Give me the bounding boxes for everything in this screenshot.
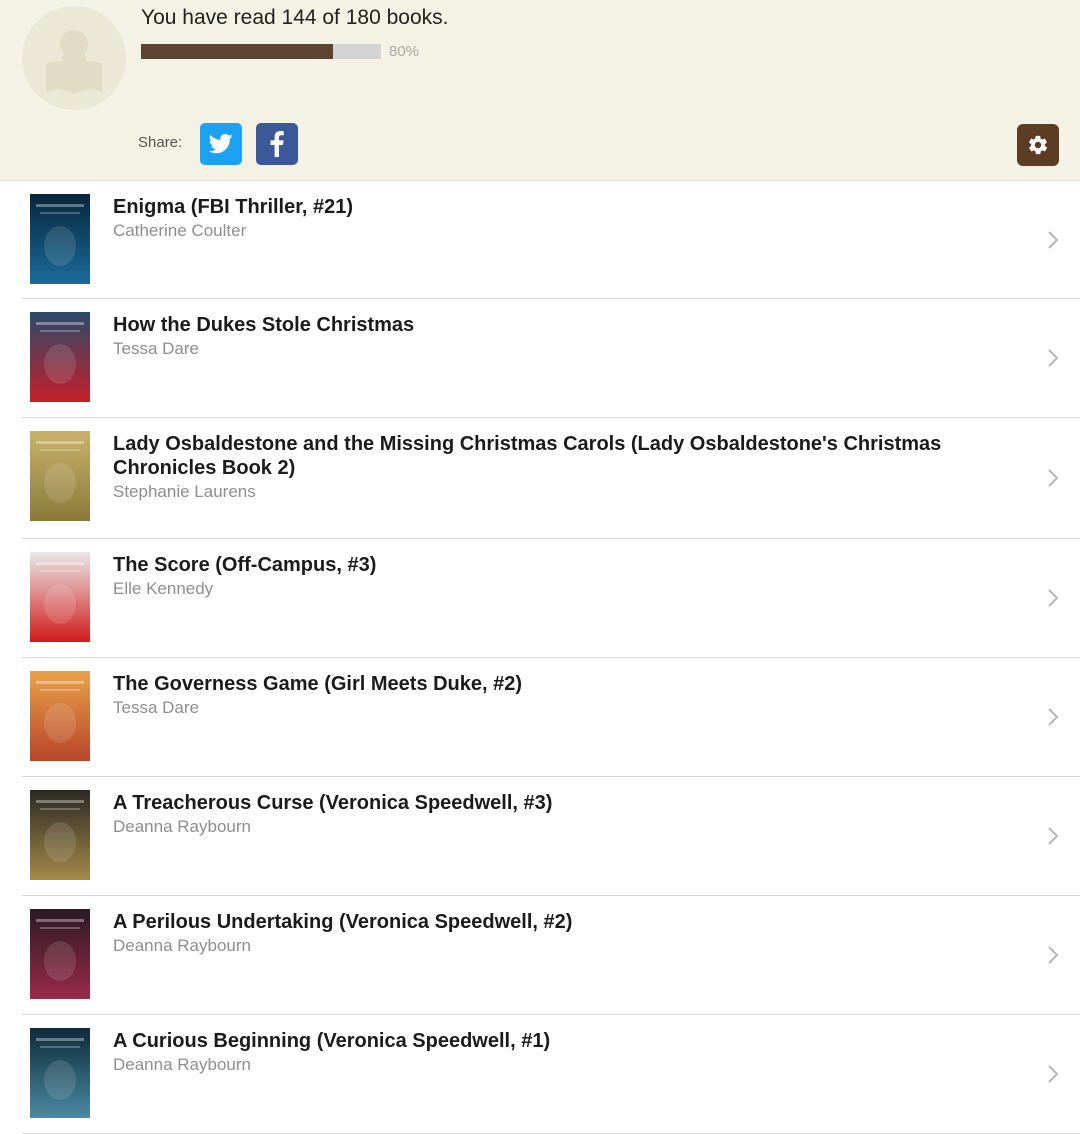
book-author: Tessa Dare xyxy=(113,339,199,358)
reading-goal-text: You have read 144 of 180 books. xyxy=(141,6,449,29)
book-title: The Governess Game (Girl Meets Duke, #2) xyxy=(113,673,523,695)
book-cover-image xyxy=(30,431,90,521)
chevron-right-icon xyxy=(1046,347,1060,369)
reading-progress-fill xyxy=(141,44,333,59)
book-author: Elle Kennedy xyxy=(113,579,214,598)
reading-progress-percent: 80% xyxy=(389,43,420,60)
twitter-icon xyxy=(209,134,233,154)
reader-avatar xyxy=(22,6,126,110)
book-author: Catherine Coulter xyxy=(113,221,247,240)
book-text-block: The Governess Game (Girl Meets Duke, #2)… xyxy=(113,672,1013,720)
book-list: Enigma (FBI Thriller, #21) Catherine Coul… xyxy=(0,181,1080,1134)
book-text-block: How the Dukes Stole Christmas Tessa Dare xyxy=(113,313,1013,361)
book-row[interactable]: Lady Osbaldestone and the Missing Christ… xyxy=(22,418,1080,539)
book-row[interactable]: The Score (Off-Campus, #3) Elle Kennedy xyxy=(22,539,1080,658)
book-row[interactable]: How the Dukes Stole Christmas Tessa Dare xyxy=(22,299,1080,418)
chevron-right-icon xyxy=(1046,229,1060,251)
book-title: Enigma (FBI Thriller, #21) xyxy=(113,196,354,218)
book-cover-image xyxy=(30,1028,90,1118)
share-label: Share: xyxy=(138,134,183,151)
book-title: The Score (Off-Campus, #3) xyxy=(113,554,377,576)
book-title: A Curious Beginning (Veronica Speedwell,… xyxy=(113,1030,551,1052)
reader-book-icon xyxy=(46,30,102,94)
chevron-right-icon xyxy=(1046,825,1060,847)
book-text-block: Lady Osbaldestone and the Missing Christ… xyxy=(113,432,1013,504)
book-text-block: A Perilous Undertaking (Veronica Speedwe… xyxy=(113,910,1013,958)
reading-progress-bar xyxy=(141,44,381,59)
book-title: A Perilous Undertaking (Veronica Speedwe… xyxy=(113,911,573,933)
chevron-right-icon xyxy=(1046,587,1060,609)
book-author: Tessa Dare xyxy=(113,698,199,717)
book-text-block: The Score (Off-Campus, #3) Elle Kennedy xyxy=(113,553,1013,601)
book-row[interactable]: Enigma (FBI Thriller, #21) Catherine Coul… xyxy=(22,181,1080,299)
book-cover-image xyxy=(30,552,90,642)
book-title: A Treacherous Curse (Veronica Speedwell,… xyxy=(113,792,553,814)
settings-button[interactable] xyxy=(1017,124,1059,166)
book-text-block: Enigma (FBI Thriller, #21) Catherine Coul… xyxy=(113,195,1013,243)
gear-icon xyxy=(1029,135,1048,155)
book-title: How the Dukes Stole Christmas xyxy=(113,314,415,336)
book-title: Lady Osbaldestone and the Missing Christ… xyxy=(113,433,942,479)
book-author: Deanna Raybourn xyxy=(113,936,251,955)
reading-challenge-header: You have read 144 of 180 books. 80% Shar… xyxy=(0,0,1080,181)
book-row[interactable]: A Curious Beginning (Veronica Speedwell,… xyxy=(22,1015,1080,1134)
book-cover-image xyxy=(30,671,90,761)
facebook-icon xyxy=(270,131,284,157)
book-author: Deanna Raybourn xyxy=(113,817,251,836)
book-cover-image xyxy=(30,194,90,284)
book-row[interactable]: The Governess Game (Girl Meets Duke, #2)… xyxy=(22,658,1080,777)
book-text-block: A Curious Beginning (Veronica Speedwell,… xyxy=(113,1029,1013,1077)
book-author: Deanna Raybourn xyxy=(113,1055,251,1074)
chevron-right-icon xyxy=(1046,1063,1060,1085)
chevron-right-icon xyxy=(1046,467,1060,489)
book-cover-image xyxy=(30,312,90,402)
book-cover-image xyxy=(30,909,90,999)
twitter-share-button[interactable] xyxy=(200,123,242,165)
book-row[interactable]: A Treacherous Curse (Veronica Speedwell,… xyxy=(22,777,1080,896)
book-row[interactable]: A Perilous Undertaking (Veronica Speedwe… xyxy=(22,896,1080,1015)
chevron-right-icon xyxy=(1046,944,1060,966)
facebook-share-button[interactable] xyxy=(256,123,298,165)
book-text-block: A Treacherous Curse (Veronica Speedwell,… xyxy=(113,791,1013,839)
book-cover-image xyxy=(30,790,90,880)
book-author: Stephanie Laurens xyxy=(113,482,256,501)
chevron-right-icon xyxy=(1046,706,1060,728)
